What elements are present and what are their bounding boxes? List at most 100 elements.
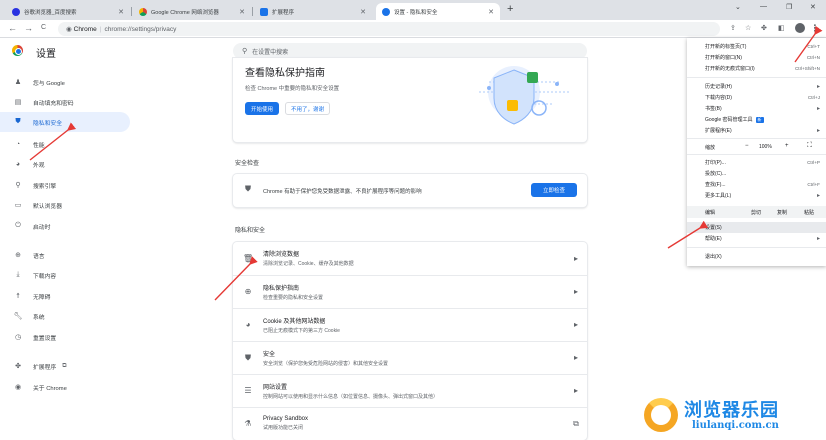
copy-button[interactable]: 复制	[777, 209, 787, 216]
menu-item-new-incognito[interactable]: 打开新的无痕式窗口(I) Ctrl+Shift+N	[687, 63, 826, 74]
sidebar-item-system[interactable]: 🔧︎ 系统	[0, 306, 130, 326]
menu-item-label: 下载内容(D)	[705, 95, 732, 101]
minimize-button[interactable]: —	[760, 3, 767, 10]
menu-item-new-window[interactable]: 打开新的窗口(N) Ctrl+N	[687, 52, 826, 63]
menu-item-downloads[interactable]: 下载内容(D) Ctrl+J	[687, 92, 826, 103]
address-bar[interactable]: ◉ Chrome | chrome://settings/privacy	[58, 22, 720, 36]
menu-item-shortcut: Ctrl+P	[807, 160, 820, 165]
watermark-cn-text: 浏览器乐园	[684, 400, 779, 421]
compass-icon: ⊕	[244, 287, 252, 296]
close-window-button[interactable]: ✕	[810, 3, 816, 11]
menu-item-exit[interactable]: 退出(X)	[687, 251, 826, 262]
security-row[interactable]: ⛊ 安全 安全浏览（保护您免受危险网站的侵害）和其他安全设置 ▸	[233, 341, 587, 373]
settings-search-input[interactable]: ⚲ 在设置中搜索	[233, 43, 587, 59]
menu-item-label: 打开新的标签页(T)	[705, 44, 747, 50]
sidebar-item-appearance[interactable]: ◕ 外观	[0, 154, 130, 174]
privacy-guide-card: 查看隐私保护指南 检查 Chrome 中重要的隐私和安全设置 开始使用 不用了，…	[233, 58, 587, 142]
restore-button[interactable]: ❐	[786, 3, 792, 11]
sidebar-item-performance[interactable]: ◔ 性能	[0, 134, 130, 154]
sidebar-item-label: 扩展程序	[33, 364, 57, 371]
paste-button[interactable]: 粘贴	[804, 209, 814, 216]
zoom-out-button[interactable]: −	[745, 143, 749, 149]
bookmark-star-icon[interactable]: ☆	[745, 24, 751, 32]
privacy-guide-row[interactable]: ⊕ 隐私保护指南 检查重要的隐私和安全设置 ▸	[233, 275, 587, 307]
chrome-icon: ◉	[14, 384, 22, 391]
reload-button[interactable]: C	[41, 24, 46, 31]
fullscreen-icon[interactable]: ⛶	[807, 142, 812, 150]
menu-item-print[interactable]: 打印(P)... Ctrl+P	[687, 157, 826, 168]
sidebar-item-accessibility[interactable]: ☨ 无障碍	[0, 286, 130, 306]
tab-search-icon[interactable]: ⌄	[735, 3, 741, 11]
menu-item-more-tools[interactable]: 更多工具(L) ▸	[687, 190, 826, 201]
extensions-puzzle-icon[interactable]: ✤	[761, 24, 767, 32]
sidebar-item-label: 默认浏览器	[33, 203, 62, 210]
menu-item-shortcut: Ctrl+Shift+N	[794, 66, 820, 71]
safety-check-card: ⛊ Chrome 有助于保护您免受数据泄露、不良扩展程序等问题的影响 立即检查	[233, 174, 587, 207]
tab-close-icon[interactable]: ✕	[239, 8, 245, 16]
profile-avatar[interactable]	[795, 23, 805, 33]
puzzle-icon: ✤	[15, 363, 21, 370]
shield-icon: ⛊	[245, 352, 251, 362]
back-button[interactable]: ←	[8, 23, 17, 33]
sidebar-item-label: 启动时	[33, 224, 51, 231]
tab-close-icon[interactable]: ✕	[488, 8, 494, 16]
chrome-logo-icon	[12, 45, 23, 56]
sidebar-item-default-browser[interactable]: ▭ 默认浏览器	[0, 195, 130, 215]
sidebar-item-languages[interactable]: ⊕ 语言	[0, 245, 130, 265]
menu-item-history[interactable]: 历史记录(H) ▸	[687, 81, 826, 92]
tab-extensions[interactable]: 扩展程序 ✕	[254, 3, 372, 20]
sidebar-item-about-chrome[interactable]: ◉ 关于 Chrome	[0, 377, 130, 397]
zoom-in-button[interactable]: +	[785, 143, 789, 149]
sidebar-item-downloads[interactable]: ⤓ 下载内容	[0, 265, 130, 285]
chrome-menu-button[interactable]: ⋮	[810, 22, 820, 35]
gear-favicon-icon	[382, 7, 390, 16]
menu-item-settings[interactable]: 设置(S)	[687, 222, 826, 233]
menu-item-shortcut: Ctrl+J	[807, 95, 820, 100]
forward-button[interactable]: →	[24, 23, 33, 33]
tab-settings-privacy[interactable]: 设置 - 隐私和安全 ✕	[376, 3, 500, 20]
check-now-button[interactable]: 立即检查	[531, 183, 577, 197]
new-tab-button[interactable]: +	[507, 3, 513, 15]
tab-divider	[252, 7, 253, 16]
sidebar-item-reset[interactable]: ◷ 重置设置	[0, 327, 130, 347]
chevron-right-icon: ▸	[573, 353, 578, 362]
start-privacy-guide-button[interactable]: 开始使用	[245, 102, 279, 115]
sidebar-item-extensions[interactable]: ✤ 扩展程序 ⧉	[0, 356, 130, 376]
side-panel-icon[interactable]: ◧	[778, 24, 785, 32]
new-badge: 新	[755, 117, 764, 123]
menu-item-find[interactable]: 查找(F)... Ctrl+F	[687, 179, 826, 190]
tab-chrome-download[interactable]: Google Chrome 网络浏览器 ✕	[133, 3, 251, 20]
tab-close-icon[interactable]: ✕	[118, 8, 124, 16]
menu-item-bookmarks[interactable]: 书签(B) ▸	[687, 103, 826, 114]
menu-item-cast[interactable]: 投放(C)...	[687, 168, 826, 179]
sidebar-item-autofill[interactable]: ▤ 自动填充和密码	[0, 92, 130, 112]
sidebar-item-label: 自动填充和密码	[33, 100, 74, 107]
restore-icon: ◷	[14, 334, 22, 341]
row-subtitle: 试用版功能已关闭	[263, 425, 304, 431]
tab-divider	[131, 7, 132, 16]
cut-button[interactable]: 剪切	[751, 209, 761, 216]
safety-check-section-title: 安全检查	[235, 161, 260, 167]
menu-item-label: 帮助(E)	[705, 236, 722, 242]
menu-item-help[interactable]: 帮助(E) ▸	[687, 233, 826, 244]
sidebar-item-label: 性能	[33, 142, 45, 149]
cookies-row[interactable]: ◕ Cookie 及其他网站数据 已阻止无痕模式下的第三方 Cookie ▸	[233, 308, 587, 340]
tab-close-icon[interactable]: ✕	[360, 8, 366, 16]
watermark-logo-icon	[644, 398, 678, 432]
dismiss-privacy-guide-button[interactable]: 不用了，谢谢	[285, 102, 330, 115]
share-icon[interactable]: ⇪	[730, 24, 736, 32]
sidebar-item-on-startup[interactable]: ⏻ 启动时	[0, 216, 130, 236]
tab-baidu[interactable]: 谷歌浏览器_百度搜索 ✕	[6, 3, 130, 20]
sidebar-item-search-engine[interactable]: ⚲ 搜索引擎	[0, 175, 130, 195]
sidebar-item-privacy[interactable]: ⛊ 隐私和安全	[0, 112, 130, 132]
clear-browsing-data-row[interactable]: 🗑︎ 清除浏览数据 清除浏览记录、Cookie、缓存及其他数据 ▸	[233, 242, 587, 274]
menu-item-password-manager[interactable]: Google 密码管理工具新	[687, 114, 826, 125]
power-icon: ⏻	[15, 222, 21, 229]
download-icon: ⤓	[16, 271, 20, 278]
menu-item-new-tab[interactable]: 打开新的标签页(T) Ctrl+T	[687, 41, 826, 52]
search-placeholder: 在设置中搜索	[252, 49, 289, 56]
sidebar-item-you-and-google[interactable]: ♟ 您与 Google	[0, 72, 130, 92]
privacy-sandbox-row[interactable]: ⚗ Privacy Sandbox 试用版功能已关闭 ⧉	[233, 407, 587, 439]
menu-item-extensions[interactable]: 扩展程序(E) ▸	[687, 125, 826, 136]
site-settings-row[interactable]: ☰ 网站设置 控制网站可以使用和显示什么信息（如位置信息、摄像头、弹出式窗口及其他…	[233, 374, 587, 406]
